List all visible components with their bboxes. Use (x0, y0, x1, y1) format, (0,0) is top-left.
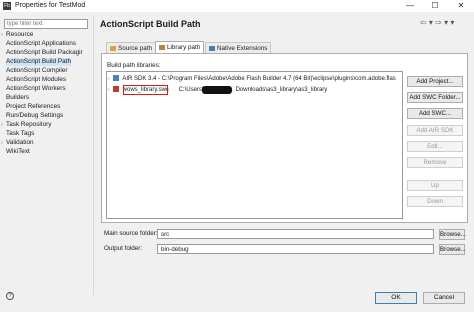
edit-button[interactable]: Edit... (407, 141, 463, 152)
tree-item-label: Task Tags (6, 130, 35, 137)
tree-item[interactable]: › Task Repository (1, 121, 52, 129)
window-title: Properties for TestMod (15, 2, 86, 9)
expand-icon[interactable]: › (1, 31, 3, 39)
tab-label: Source path (118, 45, 152, 52)
tree-item-label: WikiText (6, 148, 30, 155)
library-path-suffix: Downloads\as3_library\as3_library (235, 87, 328, 93)
tree-item-label: Builders (6, 94, 30, 101)
tree-item[interactable]: Task Tags (6, 130, 34, 138)
tree-item-label: ActionScript Build Path (6, 58, 72, 65)
expand-icon[interactable]: › (1, 121, 3, 129)
tree-item-label: ActionScript Compiler (6, 67, 68, 74)
sdk-icon (113, 75, 119, 82)
expand-icon[interactable]: › (108, 75, 110, 83)
panel-splitter[interactable] (93, 15, 94, 295)
tab-label: Native Extensions (217, 45, 268, 52)
minimize-button[interactable]: — (398, 0, 422, 12)
tree-item-label: ActionScript Workers (6, 85, 66, 92)
tree-item[interactable]: ActionScript Applications (6, 40, 76, 48)
main-source-folder-input[interactable] (157, 229, 434, 239)
tree-item[interactable]: WikiText (6, 148, 30, 156)
remove-button[interactable]: Remove (407, 157, 463, 168)
tree-item[interactable]: Builders (6, 94, 29, 102)
tree-item[interactable]: › Validation (1, 139, 34, 147)
help-icon[interactable]: ? (6, 292, 14, 300)
add-air-sdk-button[interactable]: Add AIR SDK (407, 125, 463, 136)
library-icon (159, 44, 165, 50)
add-project-button[interactable]: Add Project... (407, 76, 463, 87)
library-path-prefix: C:\Users\ (178, 87, 204, 93)
main-source-folder-label: Main source folder: (104, 230, 158, 237)
tab-native-extensions[interactable]: Native Extensions (205, 42, 272, 53)
extension-icon (209, 45, 215, 51)
tree-item[interactable]: Project References (6, 103, 60, 111)
tree-item[interactable]: ActionScript Build Path (6, 58, 72, 66)
page-title: ActionScript Build Path (100, 19, 201, 29)
add-swc-folder-button[interactable]: Add SWC Folder... (407, 92, 463, 103)
expand-icon[interactable]: › (1, 139, 3, 147)
tree-item[interactable]: ActionScript Modules (6, 76, 66, 84)
browse-source-button[interactable]: Browse... (439, 229, 466, 240)
library-list[interactable]: › AIR SDK 3.4 - C:\Program Files\Adobe\A… (106, 71, 403, 219)
library-name: AIR SDK 3.4 - C:\Program Files\Adobe\Ado… (122, 76, 396, 82)
tree-item[interactable]: ActionScript Workers (6, 85, 66, 93)
expand-icon[interactable]: › (108, 86, 110, 94)
output-folder-label: Output folder: (104, 245, 143, 252)
tree-item-label: Run/Debug Settings (6, 112, 64, 119)
tree-item-label: ActionScript Applications (6, 40, 76, 47)
folder-icon (110, 45, 116, 51)
tree-item-label: ActionScript Build Packagir (6, 49, 83, 56)
ok-button[interactable]: OK (375, 292, 417, 304)
tree-item-label: Validation (6, 139, 34, 146)
tree-item-label: Task Repository (6, 121, 52, 128)
tree-item-label: Project References (6, 103, 61, 110)
build-path-libraries-label: Build path libraries: (107, 62, 161, 69)
up-button[interactable]: Up (407, 180, 463, 191)
tab-library-path[interactable]: Library path (155, 41, 205, 53)
output-folder-input[interactable] (157, 244, 434, 254)
filter-input[interactable] (4, 19, 88, 29)
tree-item[interactable]: › Resource (1, 31, 34, 39)
tab-source-path[interactable]: Source path (106, 42, 156, 53)
redaction-mark (202, 86, 232, 94)
library-row-air-sdk[interactable]: › AIR SDK 3.4 - C:\Program Files\Adobe\A… (108, 75, 396, 83)
cancel-button[interactable]: Cancel (423, 292, 465, 304)
navigation-arrows-icon[interactable]: ⇦ ▾ ⇨ ▾ ▾ (420, 18, 454, 27)
tab-label: Library path (167, 44, 201, 51)
close-button[interactable]: ✕ (449, 0, 473, 12)
tree-item[interactable]: ActionScript Compiler (6, 67, 67, 75)
add-swc-button[interactable]: Add SWC... (407, 108, 463, 119)
down-button[interactable]: Down (407, 196, 463, 207)
tree-item[interactable]: Run/Debug Settings (6, 112, 63, 120)
browse-output-button[interactable]: Browse... (439, 244, 466, 255)
swc-file-icon (113, 86, 119, 93)
tree-item-label: ActionScript Modules (6, 76, 67, 83)
tree-item[interactable]: ActionScript Build Packagir (6, 49, 83, 57)
app-icon: Fb (3, 2, 11, 10)
highlight-box (123, 85, 168, 95)
tree-item-label: Resource (6, 31, 34, 38)
maximize-button[interactable]: ☐ (423, 0, 447, 12)
